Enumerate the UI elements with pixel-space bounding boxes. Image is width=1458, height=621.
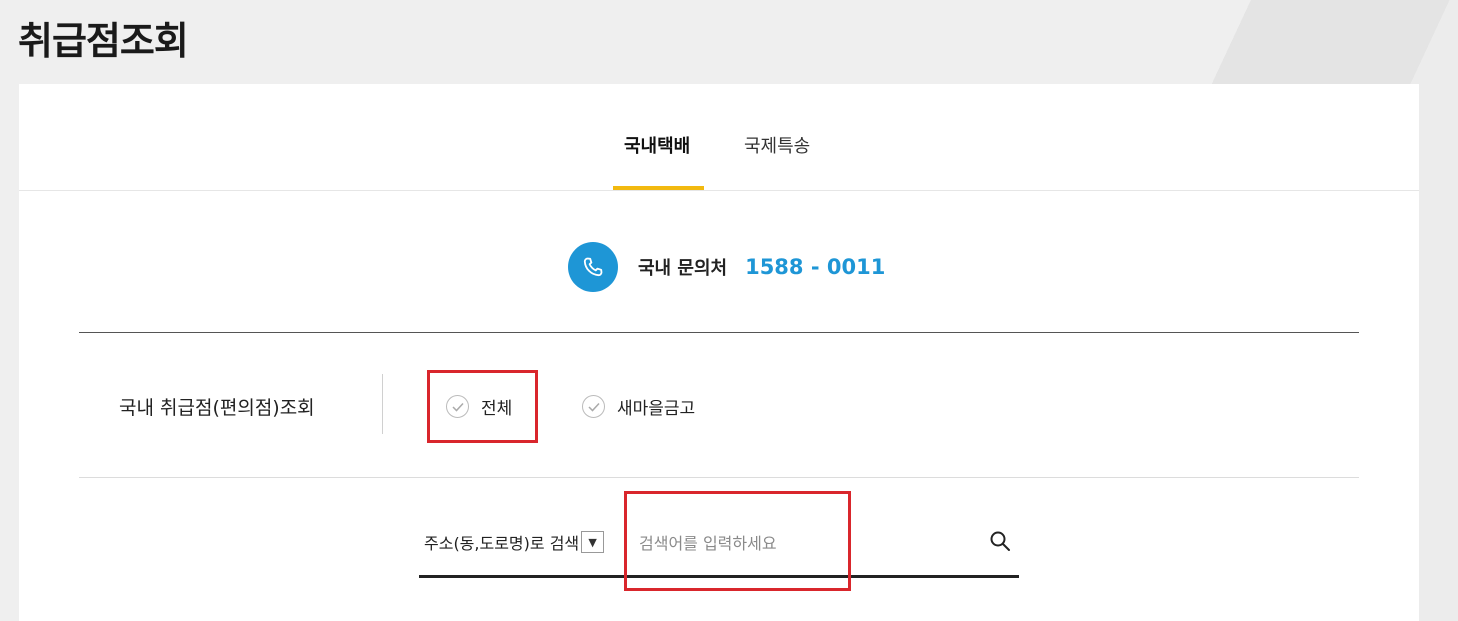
contact-number[interactable]: 1588 - 0011 <box>745 255 885 279</box>
contact-label: 국내 문의처 <box>638 258 728 279</box>
highlight-box-all <box>427 370 538 443</box>
radio-saemaeul-label: 새마을금고 <box>617 399 696 419</box>
page-title: 취급점조회 <box>18 19 189 63</box>
highlight-box-search <box>624 491 851 591</box>
dropdown-arrow-icon[interactable]: ▼ <box>581 531 605 553</box>
filter-separator <box>382 374 383 434</box>
search-type-label: 주소(동,도로명)로 검색 <box>424 534 580 553</box>
contact-info: 국내 문의처 1588 - 0011 <box>568 242 885 292</box>
tab-domestic[interactable]: 국내택배 <box>624 132 690 158</box>
search-icon[interactable] <box>987 528 1013 554</box>
search-type-select[interactable]: 주소(동,도로명)로 검색 ▼ <box>424 530 605 554</box>
active-tab-indicator <box>613 186 704 190</box>
radio-saemaeul[interactable]: 새마을금고 <box>582 394 695 419</box>
tab-bar: 국내택배 국제특송 <box>19 84 1419 191</box>
phone-icon <box>568 242 618 292</box>
check-circle-icon <box>582 395 605 418</box>
filter-label: 국내 취급점(편의점)조회 <box>119 397 315 419</box>
filter-row: 국내 취급점(편의점)조회 전체 새마을금고 <box>79 333 1359 478</box>
tab-international[interactable]: 국제특송 <box>744 132 810 158</box>
